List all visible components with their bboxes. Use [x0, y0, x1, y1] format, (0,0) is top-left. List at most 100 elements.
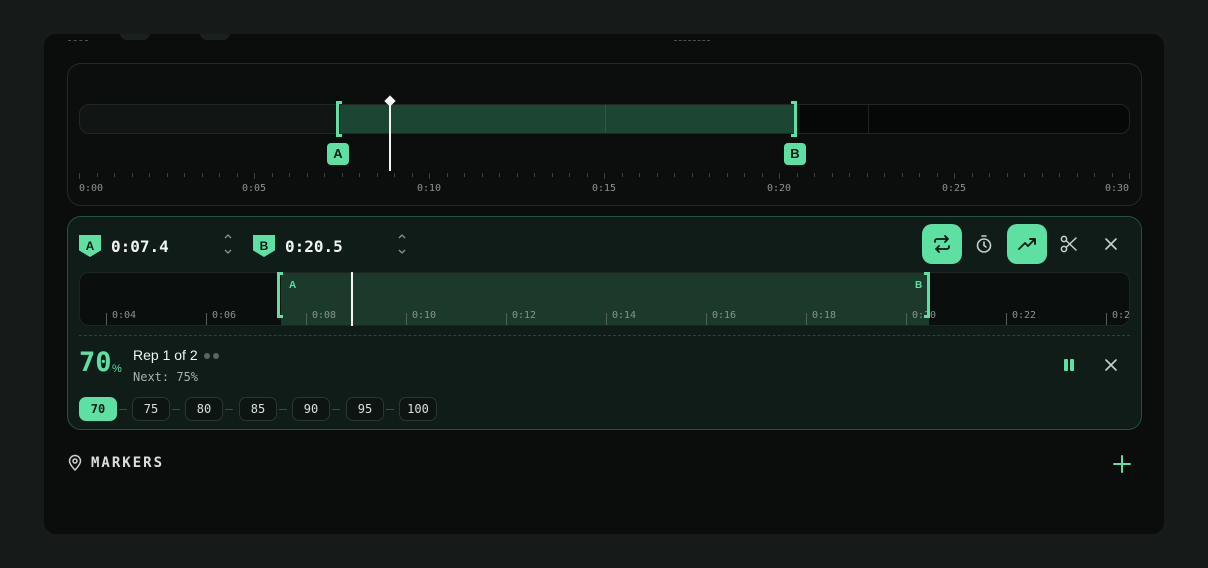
location-pin-icon [68, 454, 82, 472]
ruler-tick [1006, 173, 1008, 177]
point-a-tag[interactable]: A [327, 143, 349, 165]
zoom-tick-label: 0:18 [812, 310, 837, 321]
ruler-tick [674, 173, 675, 177]
top-toolbar-cutoff [44, 34, 1164, 46]
add-marker-button[interactable] [1112, 454, 1132, 474]
close-loop-button[interactable] [1091, 224, 1131, 264]
point-a-handle[interactable] [336, 101, 342, 137]
step-connector [279, 409, 287, 410]
ruler-tick [831, 173, 833, 177]
markers-title: MARKERS [91, 455, 165, 471]
ruler-tick [464, 173, 465, 177]
ruler-tick [1076, 173, 1078, 177]
zoom-tick-label: 0:2 [1112, 310, 1130, 321]
rep-dot [213, 353, 219, 359]
zoom-tick-label: 0:04 [112, 310, 137, 321]
ruler-tick [919, 173, 920, 177]
speed-step-chip[interactable]: 85 [239, 397, 277, 421]
trim-button[interactable] [1049, 224, 1089, 264]
player-panel: A B 0:00 0:05 0:10 0:15 0:20 0:25 0:30 A 0:07.… [44, 34, 1164, 534]
pause-trainer-button[interactable] [1049, 345, 1089, 385]
rep-dot [204, 353, 210, 359]
step-connector [225, 409, 233, 410]
zoom-tick [406, 313, 407, 325]
ruler-tick [79, 173, 80, 179]
zoom-tick-label: 0:08 [312, 310, 337, 321]
zoom-tick-label: 0:06 [212, 310, 237, 321]
rep-counter: Rep 1 of 2 [133, 347, 198, 363]
zoom-point-b-handle[interactable] [924, 272, 930, 318]
ruler-tick [429, 173, 430, 179]
ruler-tick [359, 173, 360, 177]
point-b-tag[interactable]: B [784, 143, 806, 165]
zoom-tick-label: 0:14 [612, 310, 637, 321]
ruler-label: 0:25 [941, 183, 967, 194]
zoom-tick-label: 0:12 [512, 310, 537, 321]
timer-button[interactable] [964, 224, 1004, 264]
chevron-up-down-icon[interactable] [396, 231, 408, 259]
ruler-tick [1059, 173, 1060, 177]
ruler-label: 0:05 [241, 183, 267, 194]
speed-step-chip[interactable]: 75 [132, 397, 170, 421]
ruler-tick [341, 173, 343, 177]
speed-step-chip[interactable]: 100 [399, 397, 437, 421]
point-a-badge: A [79, 235, 101, 257]
chevron-up-down-icon[interactable] [222, 231, 234, 259]
next-speed: Next: 75% [133, 370, 199, 384]
speed-step-chip[interactable]: 70 [79, 397, 117, 421]
plus-icon [1113, 455, 1131, 473]
speed-step-chip[interactable]: 90 [292, 397, 330, 421]
ruler-tick [219, 173, 220, 177]
ruler-tick [1111, 173, 1113, 177]
ruler-tick [516, 173, 518, 177]
pause-icon [1064, 359, 1074, 371]
zoom-tick [506, 313, 507, 325]
ruler-tick [306, 173, 308, 177]
zoom-point-a-handle[interactable] [277, 272, 283, 318]
ruler-label: 0:20 [766, 183, 792, 194]
loop-region[interactable] [340, 105, 797, 133]
ruler-tick [201, 173, 203, 177]
ruler-tick [236, 173, 238, 177]
ruler-tick [989, 173, 990, 177]
ruler-tick [394, 173, 395, 177]
close-trainer-button[interactable] [1091, 345, 1131, 385]
ruler-tick [621, 173, 623, 177]
point-b-stepper[interactable] [395, 231, 409, 259]
zoom-tick [906, 313, 907, 325]
point-b-time[interactable]: 0:20.5 [285, 237, 343, 256]
current-speed: 70 [79, 347, 112, 378]
ruler-tick [761, 173, 763, 177]
point-b-badge: B [253, 235, 275, 257]
point-a-time[interactable]: 0:07.4 [111, 237, 169, 256]
ruler-tick [114, 173, 115, 177]
speed-step-chip[interactable]: 80 [185, 397, 223, 421]
ruler-label: 0:10 [416, 183, 442, 194]
close-icon [1105, 359, 1117, 371]
ruler-tick [551, 173, 553, 177]
point-b-handle[interactable] [791, 101, 797, 137]
step-connector [172, 409, 180, 410]
timeline-track[interactable] [79, 104, 1130, 134]
ruler-tick [1041, 173, 1043, 177]
close-icon [1105, 238, 1117, 250]
ruler-tick [971, 173, 973, 177]
ruler-tick [779, 173, 780, 179]
speed-trainer-button[interactable] [1007, 224, 1047, 264]
ruler-tick [744, 173, 745, 177]
zoom-b-label: B [915, 280, 923, 291]
loop-toggle-button[interactable] [922, 224, 962, 264]
speed-unit: % [112, 363, 122, 375]
ruler-tick [901, 173, 903, 177]
point-a-stepper[interactable] [221, 231, 235, 259]
zoom-playhead[interactable] [351, 272, 353, 326]
ruler-tick [639, 173, 640, 177]
ruler-tick [499, 173, 500, 177]
zoom-a-label: A [289, 280, 297, 291]
ruler-tick [604, 173, 605, 179]
ruler-tick [289, 173, 290, 177]
speed-step-chip[interactable]: 95 [346, 397, 384, 421]
playhead[interactable] [389, 101, 391, 171]
step-connector [386, 409, 394, 410]
zoomed-loop-track[interactable]: A B 0:04 0:06 0:08 0:10 0:12 0:14 0:16 0:18 0:2 0… [79, 272, 1130, 326]
